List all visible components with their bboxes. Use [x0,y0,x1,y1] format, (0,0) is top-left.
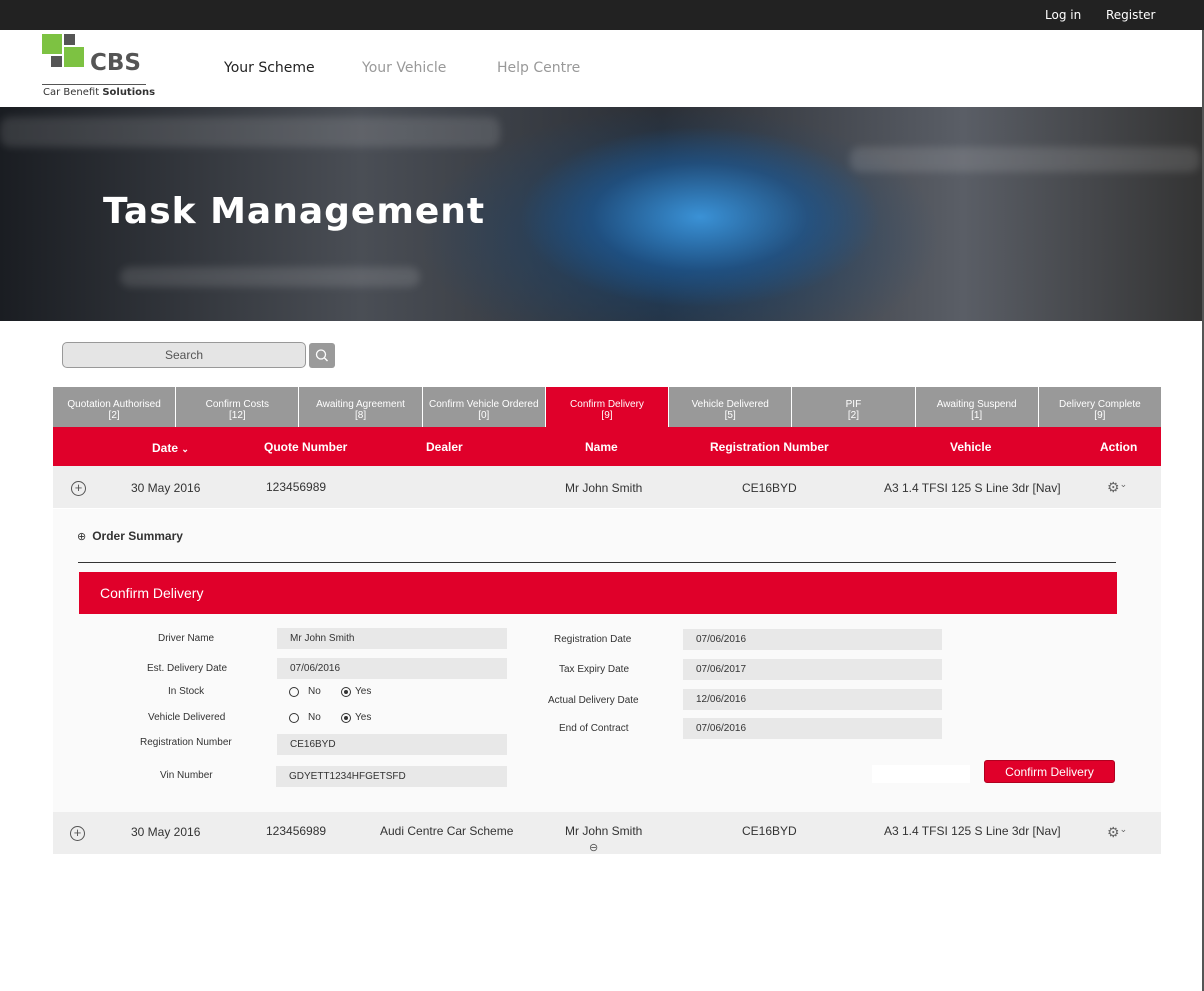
table-header: Date ⌄ Quote Number Dealer Name Registra… [53,427,1161,466]
logo-square-grey [51,56,62,67]
tab-confirm-delivery[interactable]: Confirm Delivery [9] [545,387,670,427]
in-stock-yes-label: Yes [355,686,372,697]
status-tabs: Quotation Authorised [2] Confirm Costs [12… [53,387,1161,427]
login-link[interactable]: Log in [1045,8,1081,22]
in-stock-yes-radio[interactable] [341,687,351,697]
vehicle-delivered-yes-label: Yes [355,712,372,723]
row-quote-number: 123456989 [266,824,327,838]
tab-delivery-complete[interactable]: Delivery Complete [9] [1039,387,1161,427]
confirm-delivery-section-title: Confirm Delivery [79,572,1117,614]
header-action: Action [1100,440,1138,454]
nav-help-centre[interactable]: Help Centre [497,60,580,76]
logo-text: CBS [90,50,141,76]
registration-date-field[interactable]: 07/06/2016 [683,629,942,650]
tab-confirm-costs[interactable]: Confirm Costs [12] [176,387,300,427]
header-vehicle: Vehicle [950,440,992,454]
expand-icon[interactable]: + [70,826,85,841]
header-name: Name [585,440,618,454]
site-header [0,30,1204,107]
top-bar: Log in Register [0,0,1204,30]
order-summary-toggle[interactable]: ⊕ Order Summary [77,529,183,543]
tab-awaiting-agreement[interactable]: Awaiting Agreement [8] [299,387,423,427]
row-name: Mr John Smith [565,824,643,838]
chevron-down-icon: ⌄ [181,444,189,454]
nav-your-vehicle[interactable]: Your Vehicle [362,60,446,76]
in-stock-label: In Stock [168,686,205,697]
tax-expiry-field[interactable]: 07/06/2017 [683,659,942,680]
logo-square-green [42,34,62,54]
blank-field [872,765,970,783]
tab-awaiting-suspend[interactable]: Awaiting Suspend [1] [916,387,1039,427]
in-stock-no-radio[interactable] [289,687,299,697]
gear-icon[interactable]: ⚙ ⌄ [1107,824,1127,841]
actual-delivery-label: Actual Delivery Date [548,695,639,706]
logo-square-grey [64,34,75,45]
logo-subtitle: Car Benefit Solutions [43,87,156,98]
row-registration: CE16BYD [742,824,797,838]
row-date: 30 May 2016 [131,481,201,495]
driver-name-field[interactable]: Mr John Smith [277,628,507,649]
end-of-contract-field[interactable]: 07/06/2016 [683,718,942,739]
vehicle-delivered-no-radio[interactable] [289,713,299,723]
table-row: + 30 May 2016 123456989 Audi Centre Car … [53,812,1161,854]
expand-icon: ⊕ [77,531,87,543]
est-delivery-label: Est. Delivery Date [147,663,228,674]
logo-square-green [64,47,84,67]
chevron-down-icon: ⌄ [1119,479,1128,489]
tab-quotation-authorised[interactable]: Quotation Authorised [2] [53,387,177,427]
header-dealer: Dealer [426,440,463,454]
hero-banner: Task Management [0,107,1204,321]
vehicle-delivered-no-label: No [308,712,321,723]
expand-icon[interactable]: + [71,481,86,496]
tab-confirm-vehicle-ordered[interactable]: Confirm Vehicle Ordered [0] [423,387,546,427]
row-vehicle: A3 1.4 TFSI 125 S Line 3dr [Nav] [884,481,1061,495]
nav-your-scheme[interactable]: Your Scheme [224,60,315,76]
hero-light-streak [120,267,420,287]
tax-expiry-label: Tax Expiry Date [559,664,630,675]
registration-number-label: Registration Number [140,737,232,748]
header-quote-number: Quote Number [264,440,348,454]
actual-delivery-field[interactable]: 12/06/2016 [683,689,942,710]
driver-name-label: Driver Name [158,633,215,644]
row-registration: CE16BYD [742,481,797,495]
registration-number-field[interactable]: CE16BYD [277,734,507,755]
search-input[interactable]: Search [62,342,306,368]
collapse-icon[interactable]: ⊖ [589,841,598,854]
vehicle-delivered-yes-radio[interactable] [341,713,351,723]
hero-light-streak [0,117,500,147]
search-button[interactable] [309,343,335,368]
chevron-down-icon: ⌄ [1119,824,1128,834]
row-name: Mr John Smith [565,481,643,495]
registration-date-label: Registration Date [554,634,632,645]
in-stock-no-label: No [308,686,321,697]
header-registration-number: Registration Number [710,440,829,454]
tab-vehicle-delivered[interactable]: Vehicle Delivered [5] [669,387,793,427]
end-of-contract-label: End of Contract [559,723,629,734]
confirm-delivery-button[interactable]: Confirm Delivery [984,760,1115,783]
vin-number-label: Vin Number [160,770,213,781]
search-icon [315,349,328,362]
row-vehicle: A3 1.4 TFSI 125 S Line 3dr [Nav] [884,824,1061,838]
vin-number-field[interactable]: GDYETT1234HFGETSFD [276,766,507,787]
est-delivery-field[interactable]: 07/06/2016 [277,658,507,679]
row-quote-number: 123456989 [266,480,327,494]
gear-icon[interactable]: ⚙ ⌄ [1107,479,1127,496]
cbs-logo[interactable]: CBS Car Benefit Solutions [42,34,156,102]
row-dealer: Audi Centre Car Scheme [380,824,514,838]
hero-light-streak [850,147,1200,172]
order-detail-panel: ⊕ Order Summary Confirm Delivery Driver N… [53,509,1161,812]
vehicle-delivered-label: Vehicle Delivered [148,712,226,723]
divider [78,562,1116,563]
tab-pif[interactable]: PIF [2] [792,387,916,427]
page-title: Task Management [103,191,486,232]
table-row: + 30 May 2016 123456989 Mr John Smith CE… [53,466,1161,508]
header-date[interactable]: Date ⌄ [152,441,189,455]
row-date: 30 May 2016 [131,825,201,839]
register-link[interactable]: Register [1106,8,1155,22]
logo-divider [42,84,146,85]
